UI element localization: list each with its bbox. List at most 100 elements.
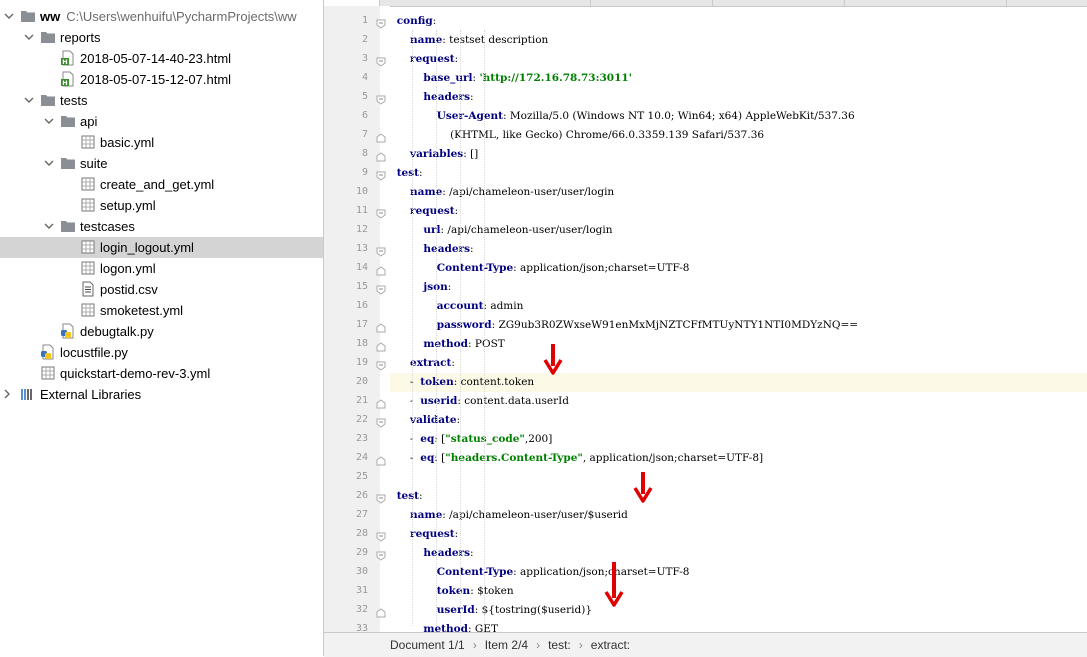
tree-file-item[interactable]: basic.yml <box>0 132 323 153</box>
breadcrumb-extract[interactable]: extract: <box>591 638 630 652</box>
tree-folder-item[interactable]: tests <box>0 90 323 111</box>
tree-file-item[interactable]: logon.yml <box>0 258 323 279</box>
tree-file-item[interactable]: quickstart-demo-rev-3.yml <box>0 363 323 384</box>
fold-end-icon[interactable] <box>376 149 386 162</box>
breadcrumb-item[interactable]: Item 2/4 <box>485 638 528 652</box>
tree-file-item[interactable]: create_and_get.yml <box>0 174 323 195</box>
code-line[interactable]: extract: <box>390 354 1087 373</box>
editor-tab-strip[interactable] <box>324 0 1087 7</box>
code-line[interactable]: name: /api/chameleon-user/user/login <box>390 183 1087 202</box>
fold-open-icon[interactable] <box>376 206 386 219</box>
line-number-gutter: 1 2 3 4 5 6 7 8 9 10 11 12 13 14 15 16 17 18 19 20 21 22 23 24 2… <box>324 6 380 632</box>
code-line[interactable]: request: <box>390 525 1087 544</box>
code-line[interactable]: validate: <box>390 411 1087 430</box>
fold-open-icon[interactable] <box>376 491 386 504</box>
tree-folder-item[interactable]: testcases <box>0 216 323 237</box>
tree-file-item[interactable]: smoketest.yml <box>0 300 323 321</box>
code-line[interactable]: method: GET <box>390 620 1087 632</box>
code-line[interactable]: account: admin <box>390 297 1087 316</box>
tree-file-item[interactable]: postid.csv <box>0 279 323 300</box>
code-line[interactable]: url: /api/chameleon-user/user/login <box>390 221 1087 240</box>
yml-file-icon <box>80 176 96 192</box>
project-tree[interactable]: ww C:\Users\wenhuifu\PycharmProjects\ww r… <box>0 0 324 656</box>
fold-open-icon[interactable] <box>376 54 386 67</box>
code-line[interactable]: config: <box>390 12 1087 31</box>
chevron-down-icon[interactable] <box>44 158 54 168</box>
fold-open-icon[interactable] <box>376 282 386 295</box>
tree-file-item[interactable]: debugtalk.py <box>0 321 323 342</box>
fold-end-icon[interactable] <box>376 263 386 276</box>
code-line[interactable]: - eq: ["headers.Content-Type", applicati… <box>390 449 1087 468</box>
fold-open-icon[interactable] <box>376 92 386 105</box>
tree-folder-item[interactable]: suite <box>0 153 323 174</box>
fold-open-icon[interactable] <box>376 244 386 257</box>
fold-open-icon[interactable] <box>376 16 386 29</box>
code-line[interactable]: json: <box>390 278 1087 297</box>
chevron-down-icon[interactable] <box>24 95 34 105</box>
code-line[interactable]: User-Agent: Mozilla/5.0 (Windows NT 10.0… <box>390 107 1087 126</box>
fold-open-icon[interactable] <box>376 168 386 181</box>
code-line[interactable]: - token: content.token <box>390 373 1087 392</box>
fold-end-icon[interactable] <box>376 339 386 352</box>
fold-end-icon[interactable] <box>376 605 386 618</box>
tree-folder-item[interactable]: reports <box>0 27 323 48</box>
code-line[interactable]: method: POST <box>390 335 1087 354</box>
chevron-down-icon[interactable] <box>44 116 54 126</box>
editor-tab[interactable] <box>592 0 713 6</box>
tree-file-item[interactable]: login_logout.yml <box>0 237 323 258</box>
code-line[interactable]: request: <box>390 202 1087 221</box>
fold-open-icon[interactable] <box>376 415 386 428</box>
code-line[interactable]: Content-Type: application/json;charset=U… <box>390 563 1087 582</box>
chevron-down-icon[interactable] <box>4 11 14 21</box>
code-line[interactable]: base_url: 'http://172.16.78.73:3011' <box>390 69 1087 88</box>
code-line[interactable]: token: $token <box>390 582 1087 601</box>
fold-end-icon[interactable] <box>376 130 386 143</box>
code-line[interactable]: variables: [] <box>390 145 1087 164</box>
code-line[interactable]: headers: <box>390 88 1087 107</box>
tree-file-item[interactable]: locustfile.py <box>0 342 323 363</box>
editor-tab[interactable] <box>380 0 591 6</box>
breadcrumb-separator: › <box>578 638 583 652</box>
tree-file-item[interactable]: setup.yml <box>0 195 323 216</box>
code-line[interactable]: test: <box>390 164 1087 183</box>
tree-folder-item[interactable]: api <box>0 111 323 132</box>
fold-end-icon[interactable] <box>376 453 386 466</box>
fold-open-icon[interactable] <box>376 529 386 542</box>
editor-tab[interactable] <box>846 0 1007 6</box>
code-line[interactable]: name: testset description <box>390 31 1087 50</box>
tree-folder-item[interactable]: External Libraries <box>0 384 323 405</box>
chevron-down-icon[interactable] <box>44 221 54 231</box>
chevron-down-icon[interactable] <box>24 32 34 42</box>
project-root[interactable]: ww C:\Users\wenhuifu\PycharmProjects\ww <box>0 6 323 27</box>
fold-open-icon[interactable] <box>376 358 386 371</box>
tree-item-label: postid.csv <box>100 282 158 297</box>
code-line[interactable]: password: ZG9ub3R0ZWxseW91enMxMjNZTCFfMT… <box>390 316 1087 335</box>
tree-file-item[interactable]: H 2018-05-07-14-40-23.html <box>0 48 323 69</box>
code-line[interactable]: userId: ${tostring($userid)} <box>390 601 1087 620</box>
chevron-right-icon[interactable] <box>2 389 12 399</box>
breadcrumb-test[interactable]: test: <box>548 638 571 652</box>
code-line[interactable]: headers: <box>390 240 1087 259</box>
fold-end-icon[interactable] <box>376 396 386 409</box>
code-line[interactable]: - userid: content.data.userId <box>390 392 1087 411</box>
code-line[interactable]: Content-Type: application/json;charset=U… <box>390 259 1087 278</box>
code-line[interactable]: request: <box>390 50 1087 69</box>
annotation-arrow-down-icon <box>604 562 624 607</box>
fold-end-icon[interactable] <box>376 320 386 333</box>
code-line[interactable] <box>390 468 1087 487</box>
code-line[interactable]: headers: <box>390 544 1087 563</box>
breadcrumb-document[interactable]: Document 1/1 <box>390 638 465 652</box>
code-editor[interactable]: 1 2 3 4 5 6 7 8 9 10 11 12 13 14 15 16 17 18 19 20 21 22 23 24 2… <box>324 0 1087 632</box>
fold-open-icon[interactable] <box>376 548 386 561</box>
editor-tab[interactable] <box>1008 0 1087 6</box>
editor-tab[interactable] <box>714 0 845 6</box>
tree-file-item[interactable]: H 2018-05-07-15-12-07.html <box>0 69 323 90</box>
code-line[interactable]: test: <box>390 487 1087 506</box>
code-line[interactable]: - eq: ["status_code",200] <box>390 430 1087 449</box>
code-line[interactable]: (KHTML, like Gecko) Chrome/66.0.3359.139… <box>390 126 1087 145</box>
code-line[interactable]: name: /api/chameleon-user/user/$userid <box>390 506 1087 525</box>
